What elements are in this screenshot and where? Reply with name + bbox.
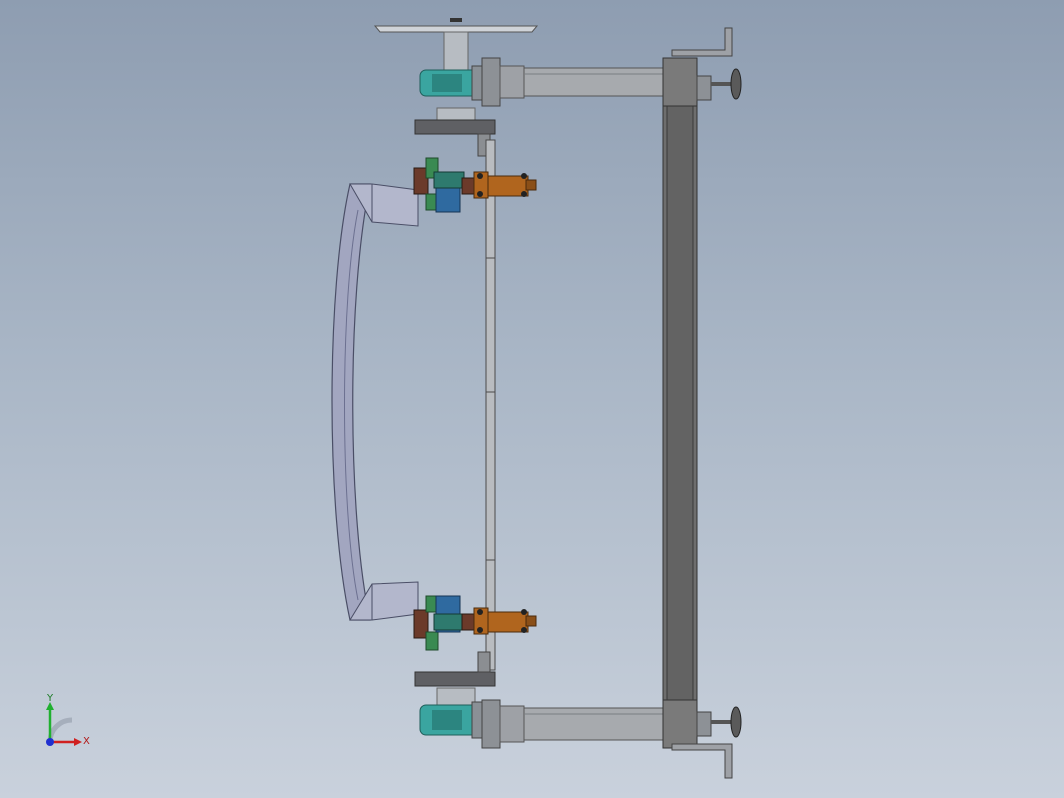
bottom-clamp-cylinder[interactable] [413, 595, 537, 651]
bottom-beam[interactable] [481, 699, 665, 749]
top-beam[interactable] [481, 57, 665, 107]
triad-y-label: Y [47, 693, 54, 704]
coordinate-triad: Y X [36, 693, 106, 758]
assembly-model[interactable] [0, 0, 1064, 798]
graphics-viewport[interactable]: Y X [0, 0, 1064, 798]
top-clamp-cylinder[interactable] [413, 157, 537, 213]
top-hub[interactable] [419, 65, 487, 101]
triad-axes [46, 702, 82, 746]
main-column[interactable] [662, 57, 698, 749]
curved-arc-fixture[interactable] [331, 183, 419, 621]
triad-x-label: X [83, 736, 90, 747]
bottom-hub[interactable] [419, 687, 487, 739]
